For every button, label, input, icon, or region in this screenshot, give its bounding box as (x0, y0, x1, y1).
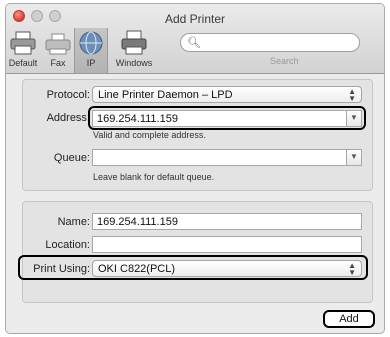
toolbar-windows[interactable]: Windows (110, 28, 158, 72)
toolbar-ip-label: IP (86, 58, 96, 68)
queue-hint: Leave blank for default queue. (93, 172, 215, 182)
toolbar-fax-label: Fax (50, 58, 66, 68)
address-callout (88, 106, 366, 130)
name-label: Name: (57, 216, 90, 228)
popup-arrows-icon: ▲ ▼ (348, 87, 356, 103)
toolbar-fax[interactable]: Fax (39, 28, 77, 72)
protocol-popup[interactable]: Line Printer Daemon – LPD ▲ ▼ (92, 86, 362, 103)
add-button[interactable]: Add (323, 310, 375, 328)
search-icon: 🔍︎ (187, 37, 201, 49)
name-value: 169.254.111.159 (97, 216, 178, 228)
add-printer-window: Add Printer Default Fax IP Windows 🔍︎ Se… (5, 3, 385, 334)
address-hint: Valid and complete address. (93, 130, 206, 140)
titlebar: Add Printer Default Fax IP Windows 🔍︎ Se… (6, 4, 384, 74)
toolbar-default[interactable]: Default (6, 28, 42, 72)
name-field[interactable]: 169.254.111.159 (92, 213, 362, 230)
toolbar-default-label: Default (8, 58, 38, 68)
windows-printer-icon (121, 30, 147, 55)
toolbar-ip[interactable]: IP (74, 28, 108, 73)
printer-icon (10, 31, 36, 55)
address-label: Address: (46, 112, 90, 124)
fax-icon (45, 33, 71, 55)
globe-icon (79, 31, 103, 55)
search-label: Search (270, 56, 299, 66)
print-using-callout (18, 255, 368, 280)
protocol-value: Line Printer Daemon – LPD (98, 89, 233, 101)
location-label: Location: (45, 239, 90, 251)
toolbar-windows-label: Windows (115, 58, 153, 68)
location-field[interactable] (92, 236, 362, 253)
search-input[interactable]: 🔍︎ (180, 33, 360, 52)
window-title: Add Printer (164, 12, 226, 26)
queue-field[interactable]: ▼ (92, 149, 362, 166)
protocol-label: Protocol: (46, 89, 90, 101)
queue-dropdown-icon[interactable]: ▼ (346, 150, 361, 165)
queue-label: Queue: (53, 152, 90, 164)
